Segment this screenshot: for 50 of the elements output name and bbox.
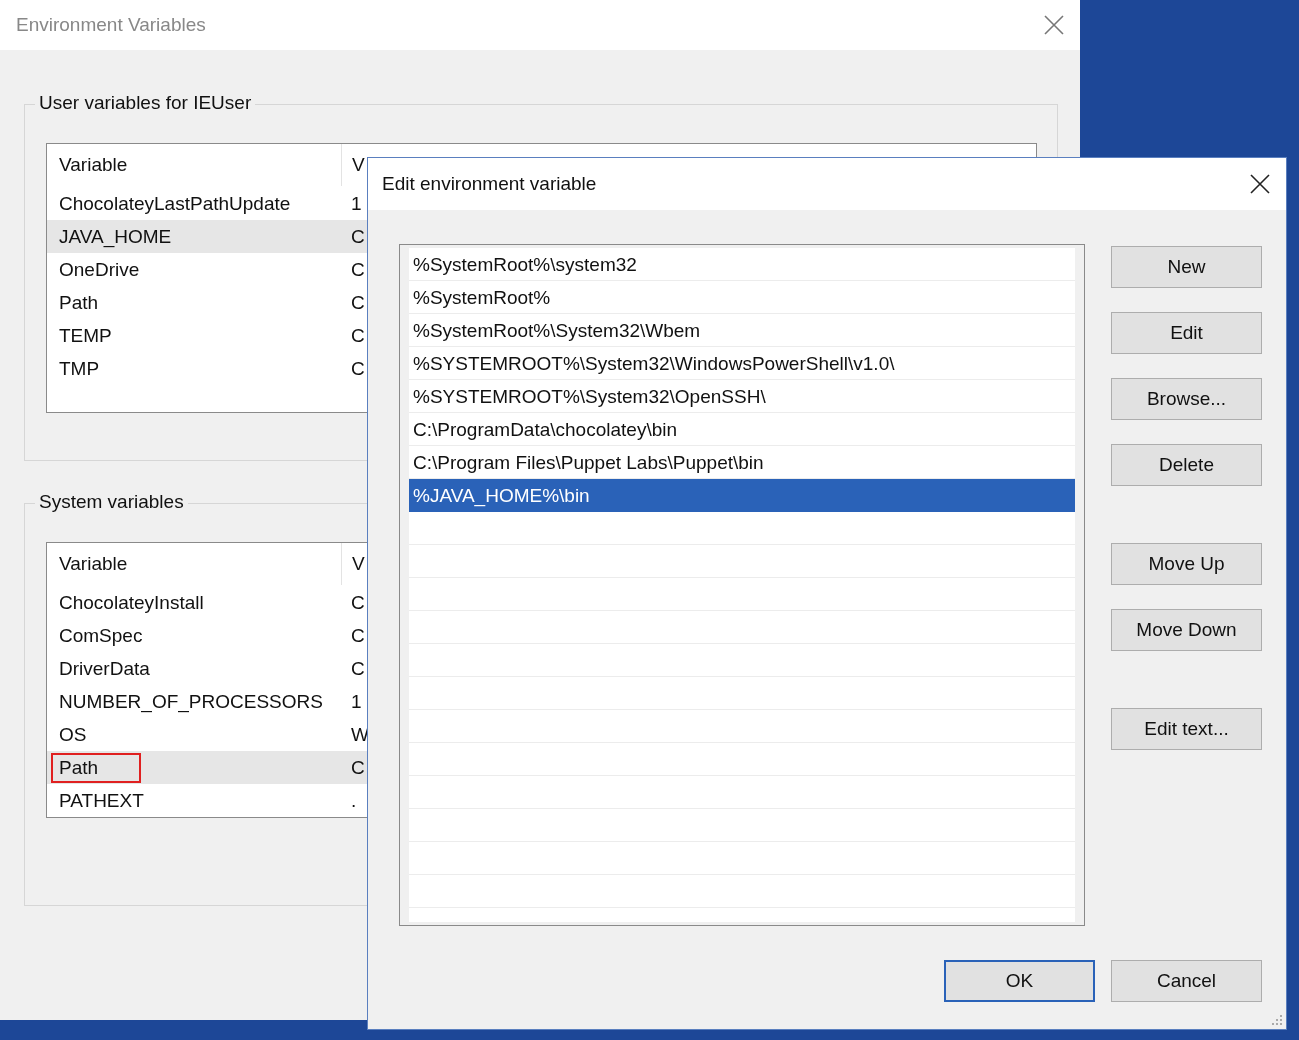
table-cell: Path (53, 754, 139, 781)
path-entry[interactable]: C:\Program Files\Puppet Labs\Puppet\bin (409, 446, 1075, 479)
table-cell-text: C (350, 291, 365, 314)
table-cell-text: 1 (350, 192, 362, 215)
dialog-button[interactable]: Delete (1111, 444, 1262, 486)
column-header[interactable]: Variable (47, 144, 342, 186)
ok-button[interactable]: OK (944, 960, 1095, 1002)
resize-grip-icon[interactable] (1271, 1014, 1283, 1026)
path-entry[interactable]: C:\ProgramData\chocolatey\bin (409, 413, 1075, 446)
table-cell-text: OS (58, 723, 88, 746)
dialog-button[interactable]: Move Down (1111, 609, 1262, 651)
table-cell-text: C (350, 591, 365, 614)
path-entry[interactable]: %SystemRoot% (409, 281, 1075, 314)
dialog-button[interactable]: Browse... (1111, 378, 1262, 420)
dialog-button[interactable]: Edit text... (1111, 708, 1262, 750)
close-icon[interactable] (1250, 174, 1270, 194)
table-cell-text: C (350, 756, 365, 779)
dialog-button[interactable]: New (1111, 246, 1262, 288)
table-cell-text: DriverData (58, 657, 151, 680)
table-cell-text: JAVA_HOME (58, 225, 173, 248)
table-cell-text: Path (58, 291, 100, 314)
column-header[interactable]: V (342, 154, 365, 176)
table-cell-text: PATHEXT (58, 789, 145, 812)
table-cell-text: ChocolateyLastPathUpdate (58, 192, 292, 215)
path-entry[interactable]: %SYSTEMROOT%\System32\OpenSSH\ (409, 380, 1075, 413)
table-cell-text: C (350, 225, 365, 248)
cancel-button[interactable]: Cancel (1111, 960, 1262, 1002)
window-title: Environment Variables (16, 14, 206, 36)
table-cell-text: . (350, 789, 357, 812)
path-entry[interactable]: %SystemRoot%\system32 (409, 248, 1075, 281)
table-cell-text: C (350, 258, 365, 281)
table-cell-text: TMP (58, 357, 101, 380)
table-cell-text: ChocolateyInstall (58, 591, 205, 614)
table-cell-text: TEMP (58, 324, 113, 347)
table-cell-text: 1 (350, 690, 362, 713)
column-header[interactable]: Variable (47, 543, 342, 585)
table-cell-text: C (350, 357, 365, 380)
column-header[interactable]: V (342, 553, 365, 575)
table-cell-text: C (350, 624, 365, 647)
table-cell-text: C (350, 657, 365, 680)
path-entry[interactable]: %SYSTEMROOT%\System32\WindowsPowerShell\v1.0\ (409, 347, 1075, 380)
dialog-title: Edit environment variable (382, 173, 597, 195)
table-cell-text: NUMBER_OF_PROCESSORS (58, 690, 324, 713)
path-entry[interactable]: %SystemRoot%\System32\Wbem (409, 314, 1075, 347)
path-entry[interactable]: %JAVA_HOME%\bin (409, 479, 1075, 512)
dialog-button[interactable]: Move Up (1111, 543, 1262, 585)
table-cell-text: OneDrive (58, 258, 141, 281)
table-cell-text: C (350, 324, 365, 347)
dialog-button[interactable]: Edit (1111, 312, 1262, 354)
table-cell-text: ComSpec (58, 624, 144, 647)
